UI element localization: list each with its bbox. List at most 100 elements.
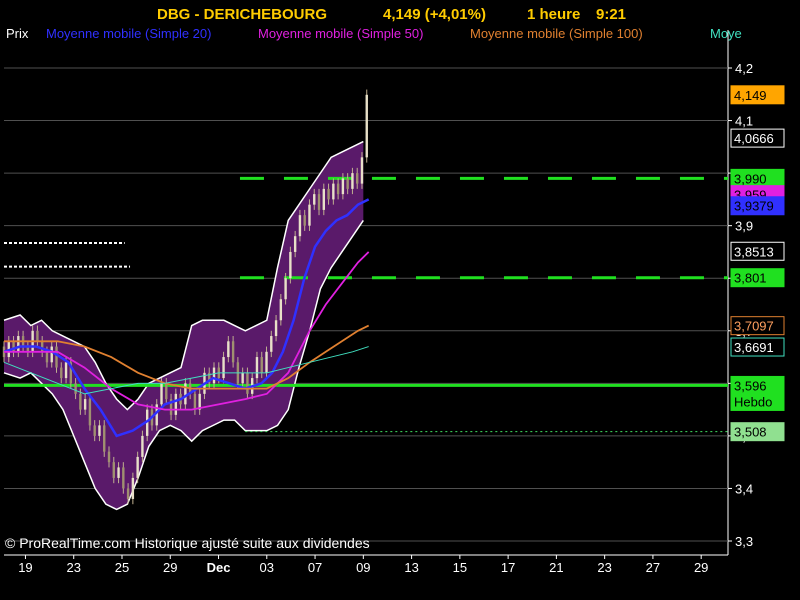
candle-body-47 [227,341,230,358]
title-interval: 1 heure [527,6,580,23]
badge-label-6: 3,801 [734,271,767,286]
x-tick-label-14: 29 [694,560,708,575]
x-tick-label-8: 13 [404,560,418,575]
candle-body-18 [88,399,92,426]
badge-label-7: 3,7097 [734,319,774,334]
candle-body-25 [122,467,125,489]
candle-body-20 [98,425,101,436]
x-tick-label-6: 07 [308,560,322,575]
candle-body-76 [365,94,368,158]
legend: Prix Moyenne mobile (Simple 20) Moyenne mo… [6,26,742,41]
candle-body-60 [289,251,292,279]
candle-body-73 [351,173,354,189]
x-tick-label-1: 23 [66,560,80,575]
badge-label-2: 3,990 [734,171,767,186]
x-tick-label-2: 25 [115,560,129,575]
candle-body-11 [55,346,58,368]
x-tick-label-12: 23 [597,560,611,575]
candle-body-24 [117,467,120,478]
candle-body-26 [126,488,130,499]
candle-body-57 [274,320,278,337]
candle-body-58 [279,299,283,321]
title-price: 4,149 (+4,01%) [383,6,486,23]
candle-body-7 [36,330,39,342]
legend-item-4: Moye [710,26,742,41]
candle-body-28 [136,456,139,478]
candle-body-64 [308,204,311,226]
candle-body-74 [356,173,359,184]
candle-body-29 [141,435,144,457]
candle-body-16 [79,393,82,410]
title-symbol: DBG - DERICHEBOURG [157,6,327,23]
footer-text: © ProRealTime.com Historique ajusté suit… [5,535,370,551]
candle-body-55 [265,351,268,373]
y-tick-label-0: 4,2 [735,61,753,76]
candle-body-71 [341,178,345,195]
price-badges: 4,1494,06663,9903,9593,93793,85133,8013,… [730,85,785,442]
candle-body-15 [74,383,77,394]
candle-body-63 [303,215,306,226]
x-tick-label-3: 29 [163,560,177,575]
badge-label-4: 3,9379 [734,199,774,214]
badge-label-0: 4,149 [734,88,767,103]
candle-body-72 [346,178,349,189]
candle-body-50 [241,372,244,384]
candle-body-59 [284,278,287,300]
legend-item-1: Moyenne mobile (Simple 20) [46,26,211,41]
x-axis: 19 23 25 29 Dec 03 07 09 13 15 17 21 23 27 29 [18,555,708,575]
candle-body-34 [165,383,168,400]
x-tick-label-7: 09 [356,560,370,575]
candle-body-68 [327,188,330,200]
x-tick-label-5: 03 [260,560,274,575]
band-fill [4,141,364,510]
chart-title: DBG - DERICHEBOURG 4,149 (+4,01%) 1 heur… [157,6,626,23]
candle-body-17 [83,399,87,410]
candle-body-44 [212,367,216,384]
stock-chart: DBG - DERICHEBOURG 4,149 (+4,01%) 1 heur… [2,6,785,575]
y-tick-label-8: 3,4 [735,481,753,496]
candle-body-22 [107,451,111,463]
candle-body-3 [17,336,20,352]
candle-body-65 [313,194,316,205]
candle-body-21 [103,425,106,452]
title-time: 9:21 [596,6,626,23]
x-tick-label-13: 27 [646,560,660,575]
candle-body-12 [60,367,63,379]
candle-body-48 [231,341,235,363]
candle-body-53 [255,357,259,379]
badge-label-10: 3,508 [734,425,767,440]
candle-body-13 [64,362,68,379]
badge-label-9: 3,596 [734,378,767,393]
legend-item-0: Prix [6,26,29,41]
candle-body-69 [332,183,335,200]
candle-body-46 [222,357,225,379]
legend-item-2: Moyenne mobile (Simple 50) [258,26,423,41]
candle-body-27 [131,477,135,499]
candle-body-75 [360,157,364,184]
candle-body-70 [336,183,340,195]
candle-body-33 [160,383,163,405]
candle-body-62 [298,215,302,237]
x-tick-label-0: 19 [18,560,32,575]
candle-body-54 [260,357,263,373]
x-tick-label-4: Dec [207,560,231,575]
candle-body-56 [270,336,273,352]
candle-body-66 [317,194,321,210]
bollinger-band [3,140,364,511]
badge-label-5: 3,8513 [734,244,774,259]
candle-body-9 [45,351,49,363]
x-tick-label-11: 21 [549,560,563,575]
legend-item-3: Moyenne mobile (Simple 100) [470,26,643,41]
y-tick-label-3: 3,9 [735,219,753,234]
y-tick-label-9: 3,3 [735,534,753,549]
candle-body-40 [193,393,197,410]
candle-body-67 [322,188,325,210]
y-tick-label-1: 4,1 [735,114,753,129]
x-tick-label-10: 17 [501,560,515,575]
candle-body-10 [50,346,53,363]
badge-sub-9: Hebdo [734,394,772,409]
candle-body-19 [93,425,96,436]
candle-body-8 [40,341,44,352]
candle-body-61 [293,236,297,252]
x-tick-label-9: 15 [453,560,467,575]
